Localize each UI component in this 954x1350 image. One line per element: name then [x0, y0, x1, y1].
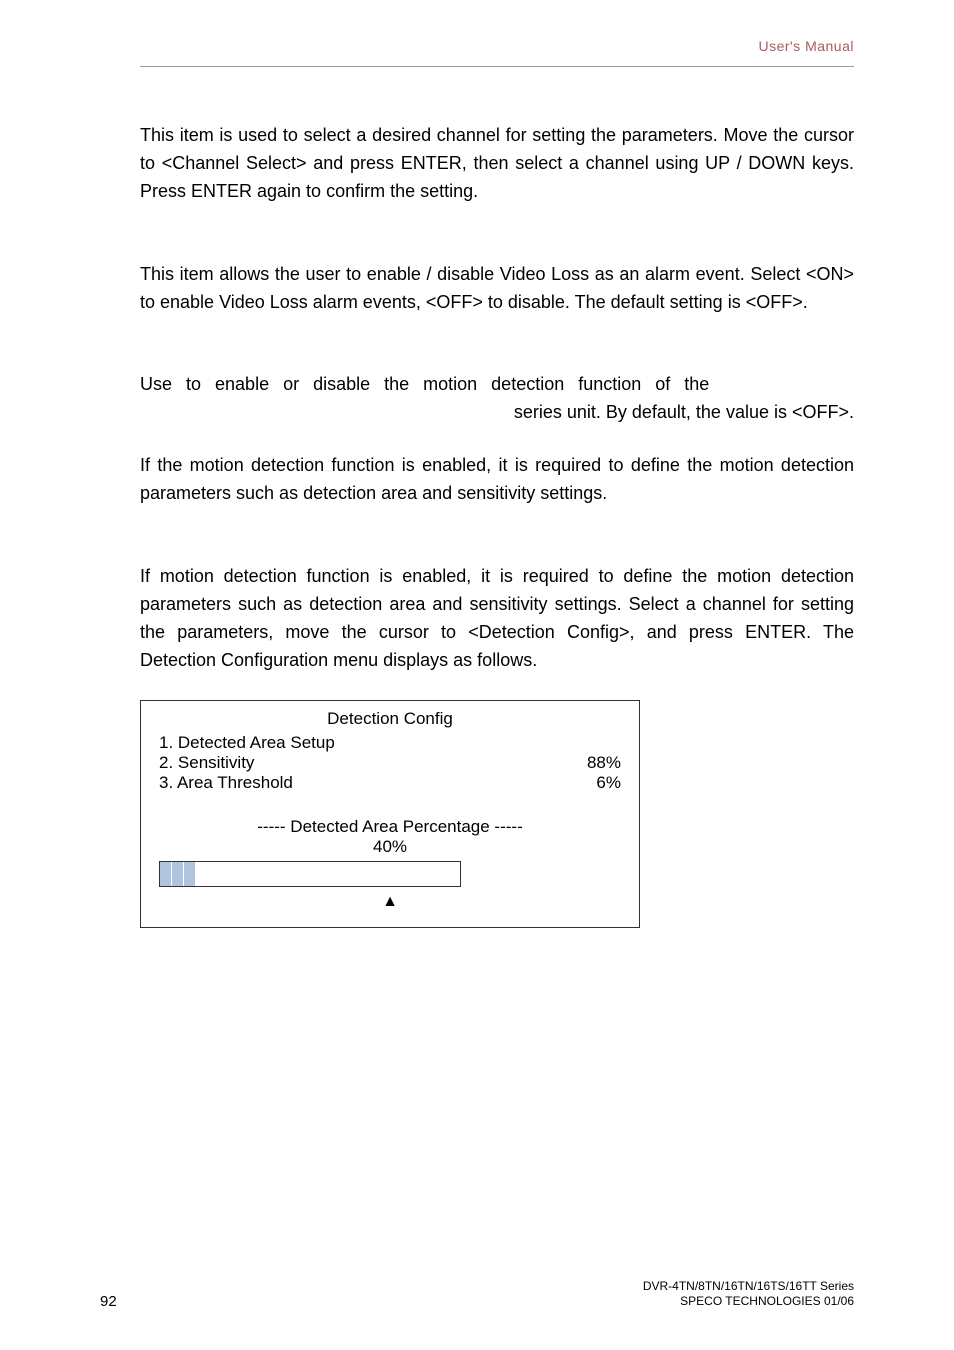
config-item-2-value: 88%: [587, 753, 621, 773]
footer-line2: SPECO TECHNOLOGIES 01/06: [643, 1294, 854, 1310]
config-item-2: 2. Sensitivity 88%: [141, 753, 639, 773]
paragraph-video-loss: This item allows the user to enable / di…: [140, 261, 854, 317]
config-item-2-label: 2. Sensitivity: [159, 753, 254, 773]
config-item-1: 1. Detected Area Setup: [141, 733, 639, 753]
header-rule: [140, 66, 854, 67]
motion-line1-text: Use to enable or disable the motion dete…: [140, 371, 709, 399]
page-number: 92: [100, 1293, 117, 1310]
detection-config-box: Detection Config 1. Detected Area Setup …: [140, 700, 640, 928]
page-footer: 92 DVR-4TN/8TN/16TN/16TS/16TT Series SPE…: [100, 1279, 854, 1310]
header-right: User's Manual: [140, 38, 854, 54]
config-subtitle: ----- Detected Area Percentage -----: [141, 817, 639, 837]
config-item-3-label: 3. Area Threshold: [159, 773, 293, 793]
paragraph-detection-config: If motion detection function is enabled,…: [140, 563, 854, 675]
progress-segment: [184, 862, 196, 886]
page-container: User's Manual This item is used to selec…: [0, 0, 954, 1350]
paragraph-motion-required: If the motion detection function is enab…: [140, 452, 854, 508]
progress-bar: [159, 861, 461, 887]
config-percent: 40%: [141, 837, 639, 857]
footer-line1: DVR-4TN/8TN/16TN/16TS/16TT Series: [643, 1279, 854, 1295]
paragraph-motion-enable: Use to enable or disable the motion dete…: [140, 371, 854, 427]
progress-segment: [172, 862, 184, 886]
progress-segment: [160, 862, 172, 886]
config-item-3: 3. Area Threshold 6%: [141, 773, 639, 793]
motion-line2-text: series unit. By default, the value is <O…: [140, 399, 854, 427]
footer-right: DVR-4TN/8TN/16TN/16TS/16TT Series SPECO …: [643, 1279, 854, 1310]
paragraph-channel-select: This item is used to select a desired ch…: [140, 122, 854, 206]
config-item-3-value: 6%: [596, 773, 621, 793]
up-arrow-icon: ▲: [141, 893, 639, 911]
config-title: Detection Config: [141, 709, 639, 729]
